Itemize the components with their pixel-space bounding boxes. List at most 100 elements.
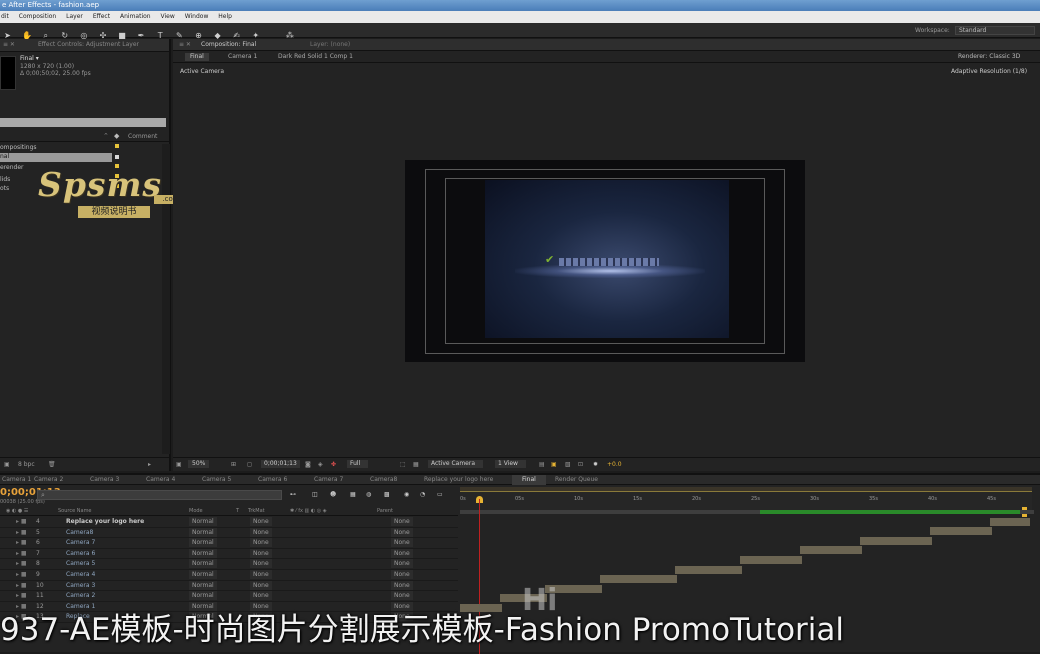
- layer-mode-select[interactable]: Normal: [189, 527, 217, 537]
- tab-camera-3[interactable]: Camera 3: [90, 476, 119, 484]
- timeline-search-input[interactable]: ⌕: [37, 490, 282, 500]
- hide-shy-icon[interactable]: ☻: [330, 491, 336, 499]
- tab-layer[interactable]: Layer: (none): [310, 41, 350, 49]
- project-item[interactable]: ompositings: [0, 144, 112, 153]
- fast-previews-icon[interactable]: ▣: [551, 461, 557, 469]
- comp-flowchart-icon[interactable]: ⊡: [578, 461, 583, 469]
- tab-render-queue[interactable]: Render Queue: [555, 476, 598, 484]
- layer-parent-select[interactable]: None: [391, 548, 413, 558]
- layer-mode-select[interactable]: Normal: [189, 580, 217, 590]
- brainstorm-icon[interactable]: ▩: [384, 491, 390, 499]
- layer-bar[interactable]: [860, 537, 932, 545]
- tab-final[interactable]: Final: [512, 475, 546, 485]
- bpc-button[interactable]: 8 bpc: [18, 461, 35, 469]
- layer-name[interactable]: Camera 4: [66, 570, 95, 579]
- region-of-interest-icon[interactable]: ⬚: [400, 461, 406, 469]
- menu-effect[interactable]: Effect: [93, 13, 110, 21]
- layer-trkmat-select[interactable]: None: [250, 538, 272, 548]
- layer-trkmat-select[interactable]: None: [250, 569, 272, 579]
- layer-name[interactable]: Camera8: [66, 528, 93, 537]
- layer-parent-select[interactable]: None: [391, 517, 413, 526]
- menu-edit[interactable]: dit: [1, 13, 9, 21]
- renderer-select[interactable]: Renderer: Classic 3D: [958, 53, 1020, 61]
- menu-animation[interactable]: Animation: [120, 13, 151, 21]
- exposure-icon[interactable]: ✹: [593, 461, 598, 469]
- tab-camera-5[interactable]: Camera 5: [202, 476, 231, 484]
- layer-parent-select[interactable]: None: [391, 559, 413, 569]
- layer-trkmat-select[interactable]: None: [250, 517, 272, 526]
- tab-camera-8[interactable]: Camera8: [370, 476, 397, 484]
- layer-name[interactable]: Camera 6: [66, 549, 95, 558]
- tab-camera-4[interactable]: Camera 4: [146, 476, 175, 484]
- layer-bar[interactable]: [930, 527, 992, 535]
- snapshot-icon[interactable]: ◙: [305, 461, 311, 469]
- comp-name[interactable]: Final ▾: [20, 55, 39, 63]
- tab-camera-1[interactable]: Camera 1: [2, 476, 31, 484]
- breadcrumb-solid-comp[interactable]: Dark Red Solid 1 Comp 1: [278, 53, 353, 61]
- layer-row[interactable]: ▸ ■ 7 Camera 6 Normal None None: [0, 548, 458, 560]
- menu-composition[interactable]: Composition: [19, 13, 56, 21]
- layer-mode-select[interactable]: Normal: [189, 559, 217, 569]
- layer-trkmat-select[interactable]: None: [250, 580, 272, 590]
- layer-mode-select[interactable]: Normal: [189, 538, 217, 548]
- comment-column-header[interactable]: Comment: [128, 133, 157, 141]
- scroll-right-icon[interactable]: ▸: [148, 461, 151, 469]
- zoom-select[interactable]: 50%: [188, 460, 210, 468]
- timeline-icon[interactable]: ▧: [565, 461, 571, 469]
- tab-camera-2[interactable]: Camera 2: [34, 476, 63, 484]
- layer-name[interactable]: Replace your logo here: [66, 517, 144, 526]
- resolution-select[interactable]: Full: [347, 460, 369, 468]
- breadcrumb-final[interactable]: Final: [185, 53, 209, 61]
- composition-canvas[interactable]: ✔: [405, 160, 805, 362]
- source-name-header[interactable]: Source Name: [58, 507, 92, 515]
- layer-trkmat-select[interactable]: None: [250, 591, 272, 601]
- layer-bar[interactable]: [740, 556, 802, 564]
- camera-view-select[interactable]: Active Camera: [428, 460, 484, 468]
- layer-parent-select[interactable]: None: [391, 580, 413, 590]
- tab-camera-6[interactable]: Camera 6: [258, 476, 287, 484]
- exposure-value[interactable]: +0.0: [607, 461, 622, 469]
- workspace-select[interactable]: Standard: [955, 26, 1035, 35]
- layer-mode-select[interactable]: Normal: [189, 591, 217, 601]
- comp-mini-flowchart-icon[interactable]: ⊷: [290, 491, 296, 499]
- project-item-selected[interactable]: nal: [0, 153, 112, 162]
- auto-keyframe-icon[interactable]: ◉: [404, 491, 409, 499]
- layer-bar[interactable]: [800, 546, 862, 554]
- layer-row[interactable]: ▸ ■ 9 Camera 4 Normal None None: [0, 569, 458, 581]
- grid-icon[interactable]: ⊞: [231, 461, 236, 469]
- layer-mode-select[interactable]: Normal: [189, 517, 217, 526]
- show-snapshot-icon[interactable]: ◈: [318, 461, 323, 469]
- tab-replace-logo[interactable]: Replace your logo here: [424, 476, 493, 484]
- time-ruler[interactable]: 0s 05s 10s 15s 20s 25s 30s 35s 40s 45s: [460, 487, 1032, 517]
- viewer-timecode[interactable]: 0;00;01;13: [261, 460, 300, 468]
- layer-name[interactable]: Camera 2: [66, 591, 95, 600]
- new-folder-icon[interactable]: ▣: [4, 461, 10, 469]
- frame-blending-icon[interactable]: ▦: [350, 491, 356, 499]
- layer-row[interactable]: ▸ ■ 4 Replace your logo here Normal None None: [0, 517, 458, 528]
- layer-parent-select[interactable]: None: [391, 527, 413, 537]
- always-preview-icon[interactable]: ▣: [176, 461, 182, 469]
- menu-view[interactable]: View: [161, 13, 175, 21]
- layer-trkmat-select[interactable]: None: [250, 548, 272, 558]
- mask-visibility-icon[interactable]: ◻: [247, 461, 252, 469]
- layer-mode-select[interactable]: Normal: [189, 569, 217, 579]
- transparency-grid-icon[interactable]: ▦: [413, 461, 419, 469]
- work-area-bar[interactable]: [460, 487, 1032, 492]
- menu-layer[interactable]: Layer: [66, 13, 83, 21]
- project-search-input[interactable]: [0, 118, 166, 127]
- panel-menu-icon[interactable]: ≡ ✕: [3, 41, 15, 49]
- layer-bar[interactable]: [675, 566, 742, 574]
- project-scrollbar[interactable]: [162, 144, 170, 454]
- timeline-navigator[interactable]: [460, 510, 1034, 514]
- layer-trkmat-select[interactable]: None: [250, 527, 272, 537]
- tab-effect-controls[interactable]: Effect Controls: Adjustment Layer: [38, 41, 139, 49]
- toggle-pixel-aspect-icon[interactable]: ▤: [539, 461, 545, 469]
- layer-row[interactable]: ▸ ■ 5 Camera8 Normal None None: [0, 527, 458, 539]
- layer-name[interactable]: Camera 7: [66, 538, 95, 547]
- layer-row[interactable]: ▸ ■ 10 Camera 3 Normal None None: [0, 580, 458, 592]
- layer-parent-select[interactable]: None: [391, 591, 413, 601]
- panel-menu-icon[interactable]: ≡ ✕: [179, 41, 191, 49]
- layer-name[interactable]: Camera 5: [66, 559, 95, 568]
- graph-editor-icon[interactable]: ◔: [420, 491, 425, 499]
- label-color-icon[interactable]: [115, 144, 119, 148]
